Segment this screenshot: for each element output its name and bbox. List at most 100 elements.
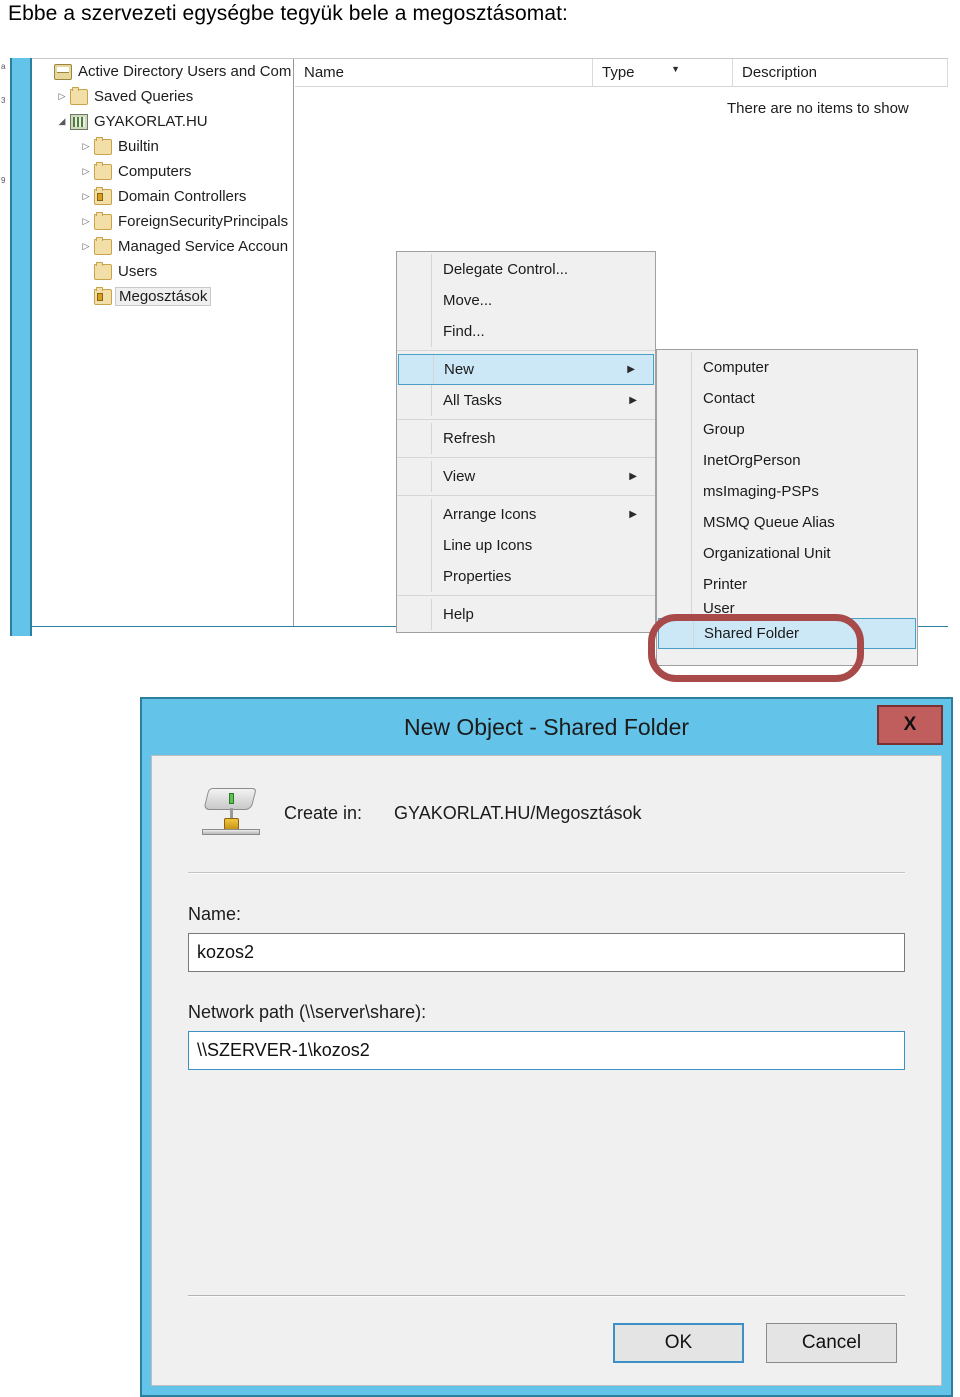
tree-expander[interactable]: ▷ bbox=[54, 92, 70, 101]
folder-icon bbox=[94, 211, 112, 230]
menu-item-arrange-icons[interactable]: Arrange Icons ▶ bbox=[397, 499, 655, 530]
menu-gutter bbox=[433, 355, 434, 384]
menu-item-label: Delegate Control... bbox=[443, 261, 569, 278]
submenu-item-inetorgperson[interactable]: InetOrgPerson bbox=[657, 445, 917, 476]
submenu-item-contact[interactable]: Contact bbox=[657, 383, 917, 414]
context-menu[interactable]: Delegate Control... Move... Find... New … bbox=[396, 251, 656, 633]
console-tree-pane[interactable]: Active Directory Users and Com ▷ Saved Q… bbox=[32, 59, 294, 627]
menu-item-label: All Tasks bbox=[443, 392, 502, 409]
menu-separator bbox=[397, 595, 655, 596]
submenu-item-label: Organizational Unit bbox=[703, 545, 831, 562]
submenu-item-computer[interactable]: Computer bbox=[657, 352, 917, 383]
menu-separator bbox=[397, 457, 655, 458]
column-header-label: Type bbox=[602, 64, 635, 81]
menu-item-delegate-control[interactable]: Delegate Control... bbox=[397, 254, 655, 285]
tree-item-label: Computers bbox=[118, 163, 192, 180]
menu-item-label: New bbox=[444, 361, 475, 378]
menu-item-label: Find... bbox=[443, 323, 485, 340]
menu-gutter bbox=[431, 285, 432, 316]
tree-item-label: Megosztások bbox=[115, 287, 212, 306]
submenu-item-msmq-queue-alias[interactable]: MSMQ Queue Alias bbox=[657, 507, 917, 538]
tree-item-domain-controllers[interactable]: ▷ Domain Controllers bbox=[32, 184, 293, 209]
menu-separator bbox=[397, 419, 655, 420]
menu-item-help[interactable]: Help bbox=[397, 599, 655, 630]
menu-item-label: Move... bbox=[443, 292, 493, 309]
chevron-right-icon: ▶ bbox=[629, 395, 637, 406]
tree-item-computers[interactable]: ▷ Computers bbox=[32, 159, 293, 184]
tree-expander[interactable]: ◢ bbox=[54, 117, 70, 126]
tree-expander[interactable]: ▷ bbox=[78, 142, 94, 151]
tree-expander[interactable]: ▷ bbox=[78, 192, 94, 201]
tree-item-label: Domain Controllers bbox=[118, 188, 247, 205]
tree-expander[interactable]: ▷ bbox=[78, 167, 94, 176]
menu-gutter bbox=[691, 352, 692, 383]
tree-item-managed-service-accounts[interactable]: ▷ Managed Service Accoun bbox=[32, 234, 293, 259]
ok-button[interactable]: OK bbox=[613, 1323, 744, 1363]
menu-separator bbox=[397, 350, 655, 351]
menu-gutter bbox=[691, 445, 692, 476]
menu-gutter bbox=[431, 461, 432, 492]
tree-item-label: Builtin bbox=[118, 138, 159, 155]
list-column-header: Name Type ▼ Description bbox=[295, 59, 948, 87]
dialog-button-row: OK Cancel bbox=[613, 1323, 897, 1363]
mmc-console-screenshot: a 3 9 Active Directory Users and Com ▷ S… bbox=[0, 58, 948, 682]
tree-item-label: Users bbox=[118, 263, 158, 280]
folder-icon bbox=[94, 261, 112, 280]
tree-item-label: GYAKORLAT.HU bbox=[94, 113, 208, 130]
column-header-name[interactable]: Name bbox=[295, 59, 593, 86]
cancel-button[interactable]: Cancel bbox=[766, 1323, 897, 1363]
tree-item-gyakorlat-hu[interactable]: ◢ GYAKORLAT.HU bbox=[32, 109, 293, 134]
dialog-footer-divider bbox=[188, 1295, 905, 1297]
menu-gutter bbox=[431, 423, 432, 454]
menu-gutter bbox=[431, 499, 432, 530]
submenu-item-msimaging-psps[interactable]: msImaging-PSPs bbox=[657, 476, 917, 507]
create-in-row: Create in: GYAKORLAT.HU/Megosztások bbox=[152, 756, 941, 842]
submenu-item-label: Group bbox=[703, 421, 745, 438]
name-input[interactable]: kozos2 bbox=[188, 933, 905, 972]
folder-icon bbox=[70, 86, 88, 105]
column-header-description[interactable]: Description bbox=[733, 59, 948, 86]
menu-item-label: Help bbox=[443, 606, 474, 623]
menu-item-move[interactable]: Move... bbox=[397, 285, 655, 316]
menu-item-all-tasks[interactable]: All Tasks ▶ bbox=[397, 385, 655, 416]
menu-item-refresh[interactable]: Refresh bbox=[397, 423, 655, 454]
menu-item-find[interactable]: Find... bbox=[397, 316, 655, 347]
menu-item-label: Refresh bbox=[443, 430, 496, 447]
tree-item-saved-queries[interactable]: ▷ Saved Queries bbox=[32, 84, 293, 109]
menu-gutter bbox=[431, 385, 432, 416]
menu-item-line-up-icons[interactable]: Line up Icons bbox=[397, 530, 655, 561]
tree-item-builtin[interactable]: ▷ Builtin bbox=[32, 134, 293, 159]
tree-item-label: Managed Service Accoun bbox=[118, 238, 289, 255]
menu-gutter bbox=[691, 383, 692, 414]
close-icon[interactable]: X bbox=[877, 705, 943, 745]
tree-expander[interactable]: ▷ bbox=[78, 242, 94, 251]
menu-item-properties[interactable]: Properties bbox=[397, 561, 655, 592]
sort-descending-icon: ▼ bbox=[671, 64, 680, 74]
chevron-right-icon: ▶ bbox=[627, 364, 635, 375]
menu-item-view[interactable]: View ▶ bbox=[397, 461, 655, 492]
domain-icon bbox=[70, 113, 88, 130]
annotation-highlight-circle bbox=[648, 614, 864, 682]
submenu-item-label: msImaging-PSPs bbox=[703, 483, 819, 500]
tree-item-megosztasok[interactable]: Megosztások bbox=[32, 284, 293, 309]
dialog-divider bbox=[188, 872, 905, 874]
submenu-item-organizational-unit[interactable]: Organizational Unit bbox=[657, 538, 917, 569]
column-header-type[interactable]: Type ▼ bbox=[593, 59, 733, 86]
menu-item-new[interactable]: New ▶ bbox=[398, 354, 654, 385]
page-title: Ebbe a szervezeti egységbe tegyük bele a… bbox=[8, 2, 568, 25]
create-in-label: Create in: bbox=[284, 802, 363, 823]
tree-item-foreignsecurityprincipals[interactable]: ▷ ForeignSecurityPrincipals bbox=[32, 209, 293, 234]
network-path-field-block: Network path (\\server\share): \\SZERVER… bbox=[152, 1002, 941, 1070]
submenu-item-group[interactable]: Group bbox=[657, 414, 917, 445]
network-path-input[interactable]: \\SZERVER-1\kozos2 bbox=[188, 1031, 905, 1070]
tree-item-label: ForeignSecurityPrincipals bbox=[118, 213, 289, 230]
tree-expander[interactable]: ▷ bbox=[78, 217, 94, 226]
chevron-right-icon: ▶ bbox=[629, 471, 637, 482]
menu-gutter bbox=[431, 254, 432, 285]
tree-item-users[interactable]: Users bbox=[32, 259, 293, 284]
dialog-title-bar: New Object - Shared Folder X bbox=[142, 699, 951, 755]
column-header-label: Name bbox=[304, 64, 345, 81]
folder-icon bbox=[94, 161, 112, 180]
tree-item-active-directory-users-and-computers[interactable]: Active Directory Users and Com bbox=[32, 59, 293, 84]
submenu-item-printer[interactable]: Printer bbox=[657, 569, 917, 600]
